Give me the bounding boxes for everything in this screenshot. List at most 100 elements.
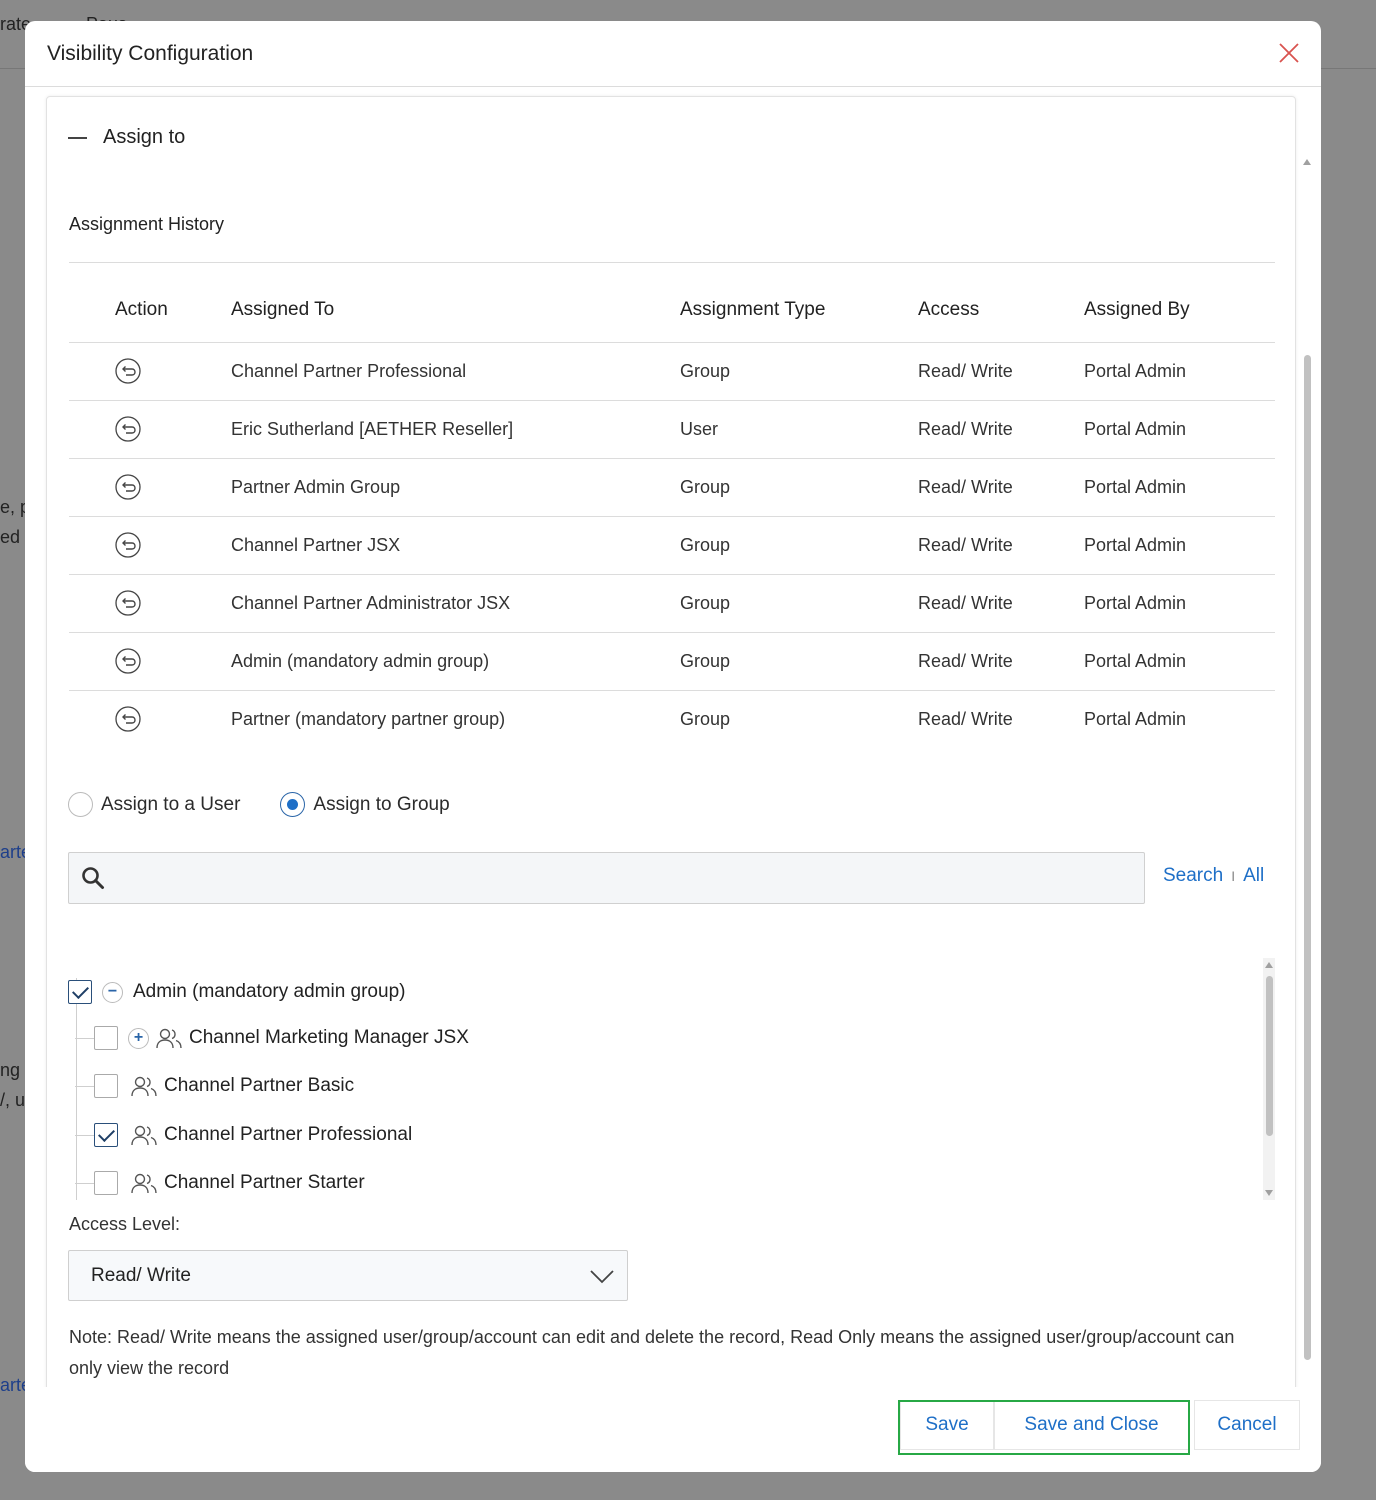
scroll-up-arrow-icon[interactable] — [1303, 159, 1311, 165]
tree-node-label: Admin (mandatory admin group) — [133, 981, 406, 1002]
tree-node-child: Channel Partner Professional — [94, 1121, 412, 1149]
column-header-assigned-by: Assigned By — [1084, 298, 1190, 320]
visibility-configuration-modal: Visibility Configuration Assign to Assig… — [25, 21, 1321, 1472]
assigned-to-cell: Channel Partner Administrator JSX — [231, 573, 680, 632]
modal-title: Visibility Configuration — [47, 41, 254, 65]
revoke-icon[interactable] — [115, 590, 141, 616]
assign-to-user-label: Assign to a User — [101, 793, 241, 815]
assigned-by-cell: Portal Admin — [1084, 631, 1275, 690]
action-cell — [69, 515, 231, 574]
revoke-icon[interactable] — [115, 358, 141, 384]
assigned-by-cell: Portal Admin — [1084, 689, 1275, 748]
scroll-up-arrow-icon[interactable] — [1265, 962, 1273, 968]
access-cell: Read/ Write — [918, 457, 1084, 516]
assign-to-user-option[interactable]: Assign to a User — [68, 792, 240, 817]
collapse-node-icon[interactable]: − — [102, 981, 123, 1003]
search-link[interactable]: Search — [1163, 865, 1223, 887]
revoke-icon[interactable] — [115, 474, 141, 500]
assign-mode-radio-group: Assign to a User Assign to Group — [68, 792, 450, 817]
save-button[interactable]: Save — [900, 1400, 994, 1450]
table-row: Partner Admin Group Group Read/ Write Porta… — [69, 457, 1275, 516]
search-input[interactable] — [117, 853, 1137, 903]
modal-footer: Save Save and Close Cancel — [25, 1387, 1321, 1472]
tree-scrollbar[interactable] — [1263, 958, 1275, 1200]
tree-scroll-thumb[interactable] — [1266, 976, 1273, 1136]
tree-connector — [76, 978, 77, 1200]
tree-node-checkbox[interactable] — [94, 1123, 118, 1147]
tree-node-checkbox[interactable] — [94, 1171, 118, 1195]
column-header-assignment-type: Assignment Type — [680, 298, 826, 320]
revoke-icon[interactable] — [115, 416, 141, 442]
action-cell — [69, 689, 231, 748]
cancel-button[interactable]: Cancel — [1194, 1400, 1300, 1450]
table-row: Partner (mandatory partner group) Group Re… — [69, 689, 1275, 748]
close-icon[interactable] — [1277, 41, 1301, 65]
scroll-down-arrow-icon[interactable] — [1265, 1190, 1273, 1196]
save-and-close-button[interactable]: Save and Close — [994, 1400, 1189, 1450]
revoke-icon[interactable] — [115, 648, 141, 674]
modal-header: Visibility Configuration — [25, 21, 1321, 87]
access-cell: Read/ Write — [918, 399, 1084, 458]
group-icon — [131, 1125, 157, 1146]
group-icon — [131, 1076, 157, 1097]
modal-scrollbar[interactable] — [1301, 155, 1313, 1387]
assigned-to-cell: Partner Admin Group — [231, 457, 680, 516]
tree-node-label: Channel Marketing Manager JSX — [189, 1027, 469, 1048]
action-cell — [69, 341, 231, 400]
action-cell — [69, 457, 231, 516]
table-row: Channel Partner Administrator JSX Group Re… — [69, 573, 1275, 632]
assign-to-panel: Assign to Assignment History Action Assi… — [46, 96, 1296, 1387]
assignment-history-table: Action Assigned To Assignment Type Acces… — [69, 278, 1275, 748]
tree-connector — [75, 1183, 95, 1184]
search-field — [68, 852, 1145, 904]
group-icon — [131, 1173, 157, 1194]
column-header-assigned-to: Assigned To — [231, 298, 335, 320]
assigned-to-cell: Admin (mandatory admin group) — [231, 631, 680, 690]
all-link[interactable]: All — [1243, 865, 1264, 887]
assignment-type-cell: Group — [680, 631, 918, 690]
access-cell: Read/ Write — [918, 341, 1084, 400]
assigned-to-cell: Eric Sutherland [AETHER Reseller] — [231, 399, 680, 458]
modal-body: Assign to Assignment History Action Assi… — [25, 87, 1321, 1387]
assign-to-group-option[interactable]: Assign to Group — [280, 792, 450, 817]
column-header-action: Action — [115, 298, 168, 320]
tree-node-child: Channel Partner Basic — [94, 1072, 354, 1100]
assigned-by-cell: Portal Admin — [1084, 399, 1275, 458]
access-level-label: Access Level: — [69, 1214, 181, 1234]
tree-node-checkbox[interactable] — [68, 980, 92, 1004]
group-tree: − Admin (mandatory admin group) + Channe… — [68, 958, 1275, 1200]
assigned-by-cell: Portal Admin — [1084, 515, 1275, 574]
section-title: Assign to — [103, 126, 186, 148]
bg-fragment: ng — [0, 1060, 21, 1080]
table-header-row: Action Assigned To Assignment Type Acces… — [69, 278, 1275, 342]
action-cell — [69, 399, 231, 458]
revoke-icon[interactable] — [115, 532, 141, 558]
expand-node-icon[interactable]: + — [128, 1027, 149, 1049]
access-cell: Read/ Write — [918, 689, 1084, 748]
divider — [69, 262, 1275, 263]
table-row: Eric Sutherland [AETHER Reseller] User Rea… — [69, 399, 1275, 458]
assign-to-collapse-toggle[interactable]: Assign to — [68, 126, 185, 149]
search-icon — [82, 867, 104, 889]
search-links: Search I All — [1163, 865, 1264, 887]
tree-node-child: + Channel Marketing Manager JSX — [94, 1024, 469, 1052]
revoke-icon[interactable] — [115, 706, 141, 732]
collapse-icon — [68, 136, 87, 139]
tree-node-checkbox[interactable] — [94, 1026, 118, 1050]
tree-node-checkbox[interactable] — [94, 1074, 118, 1098]
assign-to-group-radio[interactable] — [280, 792, 306, 817]
assign-to-user-radio[interactable] — [68, 792, 93, 817]
tree-connector — [75, 1038, 95, 1039]
assignment-type-cell: Group — [680, 573, 918, 632]
access-cell: Read/ Write — [918, 631, 1084, 690]
tree-connector — [75, 1086, 95, 1087]
tree-connector — [75, 1135, 95, 1136]
assignment-type-cell: Group — [680, 515, 918, 574]
group-icon — [156, 1028, 182, 1049]
assigned-to-cell: Partner (mandatory partner group) — [231, 689, 680, 748]
access-level-select[interactable]: Read/ Write — [68, 1250, 628, 1301]
tree-node-child: Channel Partner Starter — [94, 1169, 365, 1197]
modal-scroll-thumb[interactable] — [1304, 355, 1311, 1360]
tree-node-label: Channel Partner Basic — [164, 1075, 355, 1096]
access-note: Note: Read/ Write means the assigned use… — [69, 1327, 1235, 1378]
